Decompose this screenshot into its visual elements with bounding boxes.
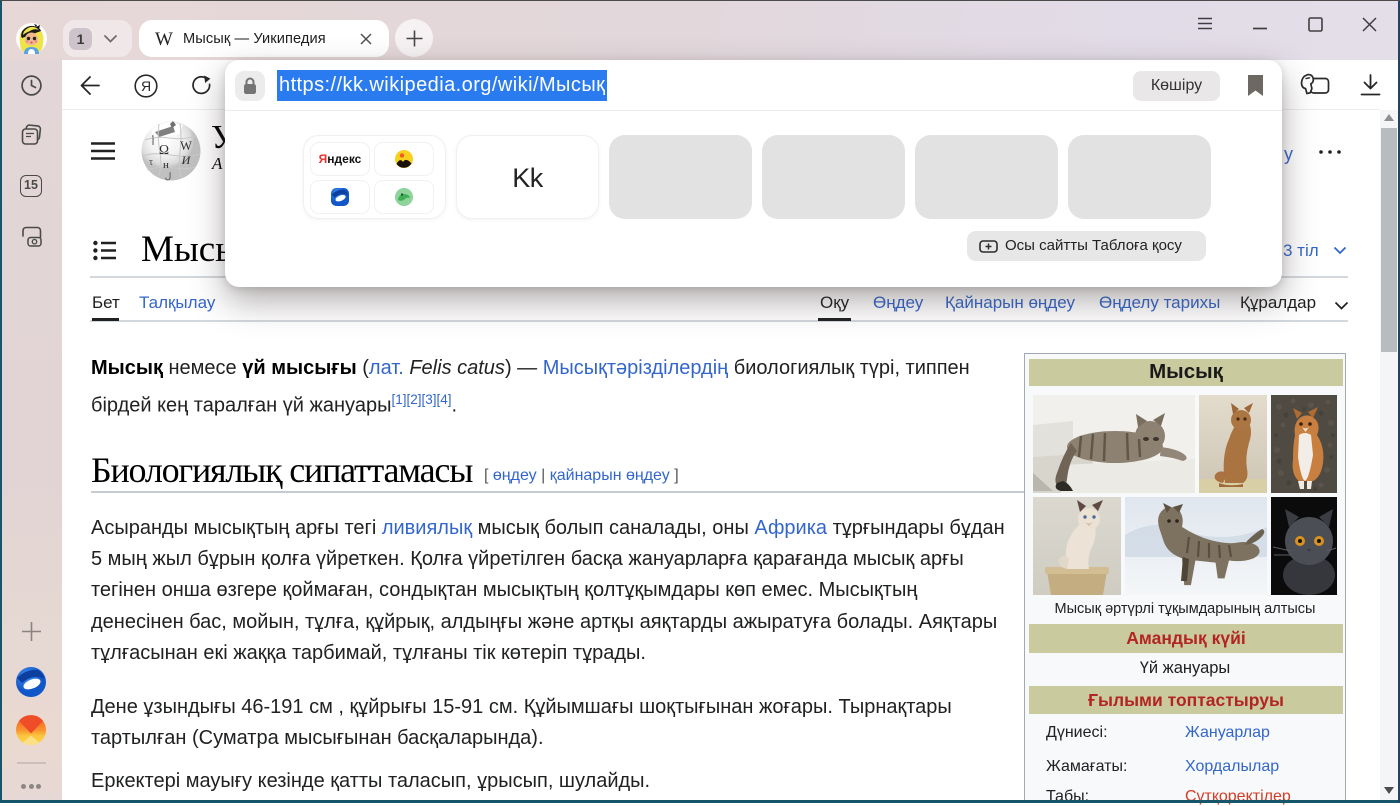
svg-text:И: И [181, 153, 192, 167]
svg-text:н: н [163, 159, 169, 171]
svg-text:Я: Я [141, 78, 151, 94]
svg-text:Ω: Ω [159, 142, 169, 157]
svg-text:τ: τ [149, 157, 153, 168]
svg-text:أ: أ [152, 135, 155, 148]
svg-text:W: W [180, 139, 192, 153]
svg-text:ل: ل [165, 171, 172, 181]
